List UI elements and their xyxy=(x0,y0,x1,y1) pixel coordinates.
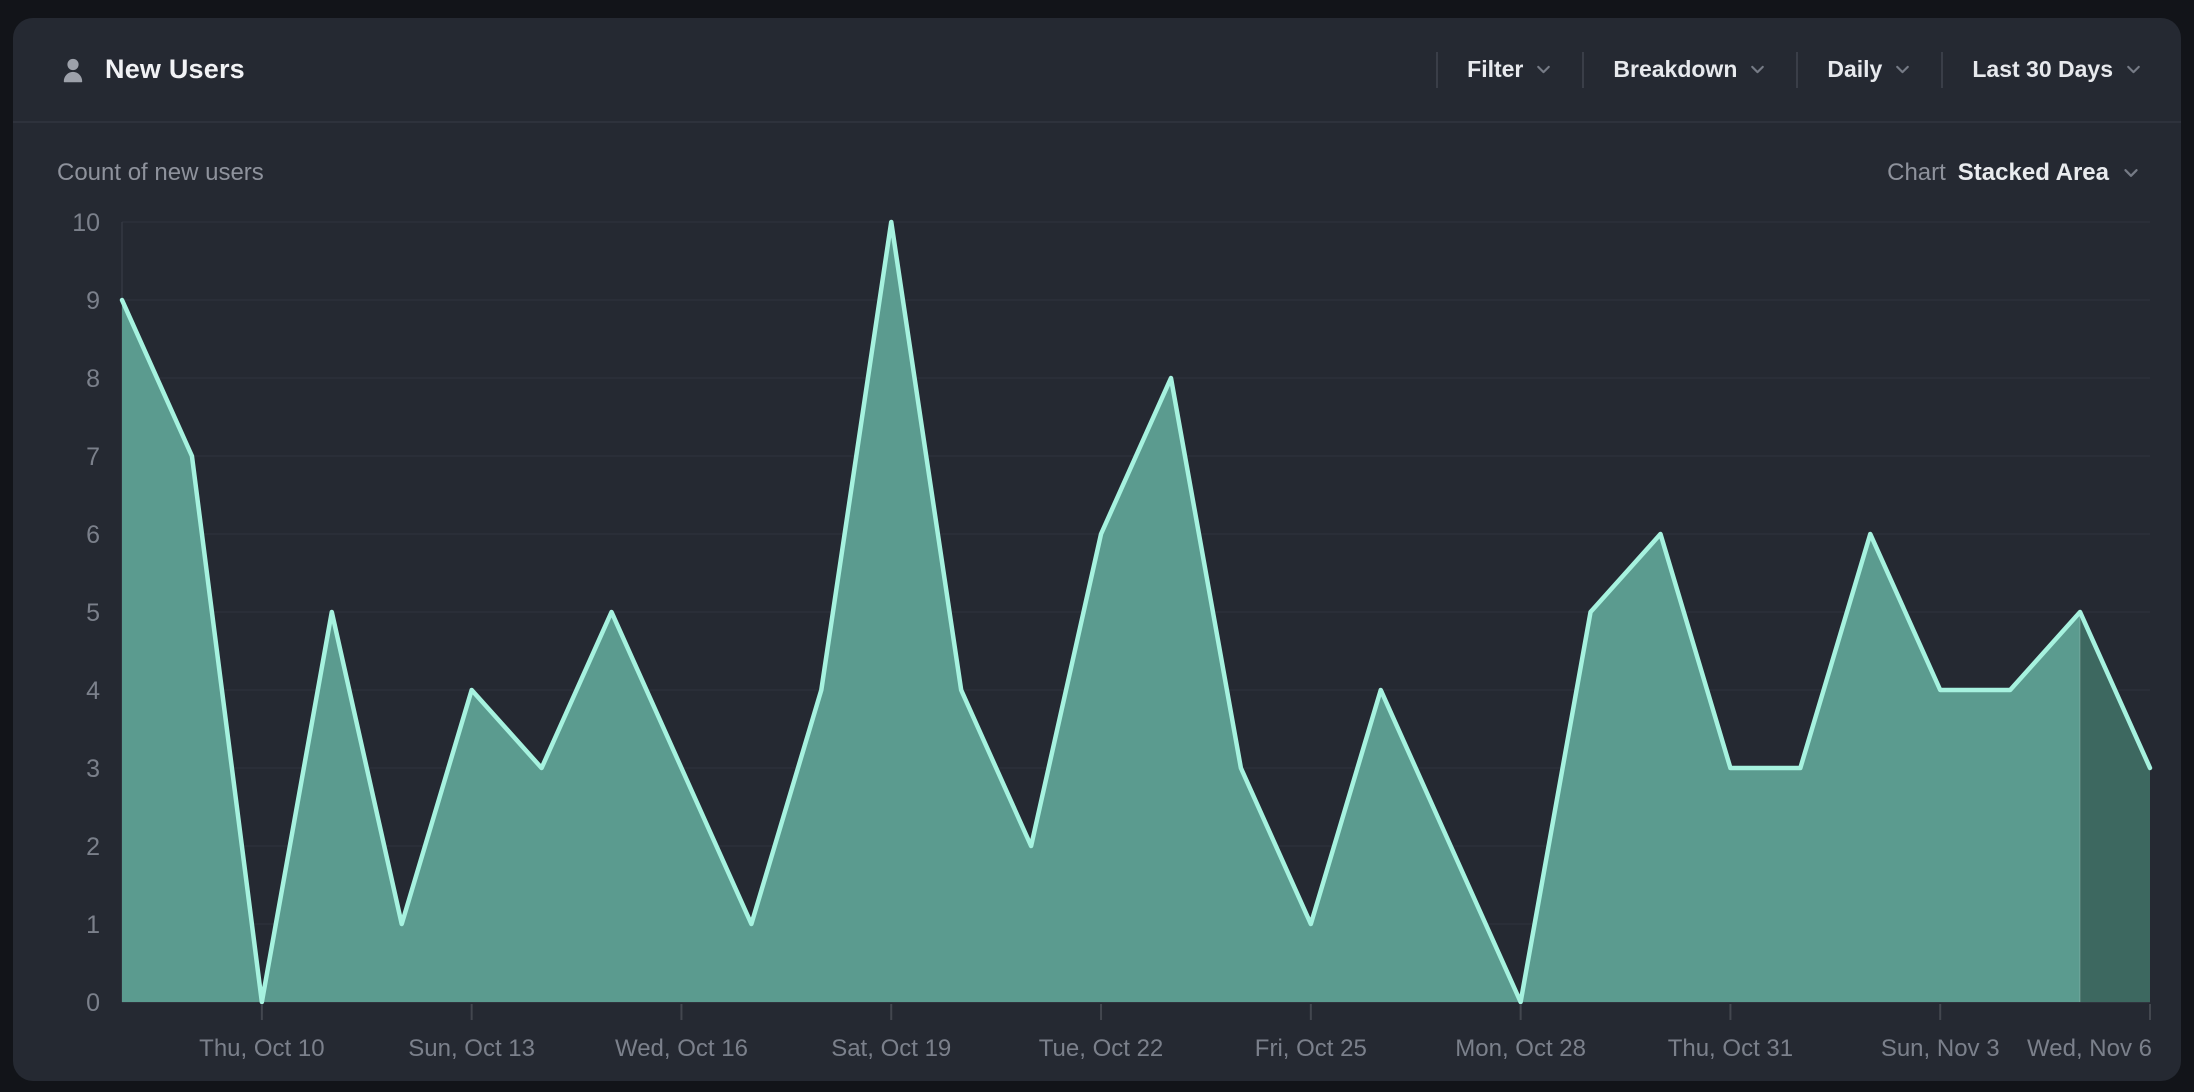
date-range-dropdown[interactable]: Last 30 Days xyxy=(1943,56,2147,83)
y-axis-label: 0 xyxy=(86,989,100,1017)
chevron-down-icon xyxy=(1748,60,1767,79)
x-axis-label: Thu, Oct 31 xyxy=(1668,1035,1793,1062)
chart-subheader: Count of new users Chart Stacked Area xyxy=(13,146,2181,200)
widget-title: New Users xyxy=(105,54,245,85)
widget-title-group: New Users xyxy=(57,54,245,86)
x-axis-label: Sun, Nov 3 xyxy=(1881,1035,2000,1062)
user-icon xyxy=(57,54,89,86)
new-users-widget: 0 1 2 3 4 5 6 7 8 9 10 Thu, Oct 10 Sun, Oct 13 Wed, O… xyxy=(13,18,2181,1081)
chevron-down-icon xyxy=(2121,163,2141,183)
chevron-down-icon xyxy=(2124,60,2143,79)
chart-type-caption: Chart xyxy=(1887,159,1946,187)
y-axis-label: 9 xyxy=(86,287,100,315)
x-axis-label: Wed, Nov 6 xyxy=(2027,1035,2152,1062)
widget-header: New Users Filter Breakdown Daily xyxy=(13,18,2181,123)
metric-label: Count of new users xyxy=(57,159,264,187)
y-axis-label: 3 xyxy=(86,755,100,783)
breakdown-dropdown[interactable]: Breakdown xyxy=(1584,56,1796,83)
x-axis-label: Tue, Oct 22 xyxy=(1039,1035,1164,1062)
y-axis-label: 10 xyxy=(72,209,100,237)
y-axis-label: 7 xyxy=(86,443,100,471)
y-axis-label: 5 xyxy=(86,599,100,627)
x-axis-label: Sun, Oct 13 xyxy=(408,1035,535,1062)
chart-type-value: Stacked Area xyxy=(1958,159,2109,187)
chevron-down-icon xyxy=(1893,60,1912,79)
x-axis-label: Mon, Oct 28 xyxy=(1455,1035,1586,1062)
x-axis-label: Sat, Oct 19 xyxy=(831,1035,951,1062)
granularity-dropdown[interactable]: Daily xyxy=(1798,56,1941,83)
header-controls: Filter Breakdown Daily Las xyxy=(1436,18,2147,121)
x-axis-label: Fri, Oct 25 xyxy=(1255,1035,1367,1062)
y-axis-label: 8 xyxy=(86,365,100,393)
filter-dropdown[interactable]: Filter xyxy=(1438,56,1582,83)
y-axis-label: 2 xyxy=(86,833,100,861)
y-axis-label: 6 xyxy=(86,521,100,549)
chart-type-dropdown[interactable]: Chart Stacked Area xyxy=(1887,159,2141,187)
x-axis-label: Thu, Oct 10 xyxy=(199,1035,324,1062)
y-axis-label: 1 xyxy=(86,911,100,939)
x-axis-label: Wed, Oct 16 xyxy=(615,1035,748,1062)
chevron-down-icon xyxy=(1534,60,1553,79)
y-axis-label: 4 xyxy=(86,677,100,705)
